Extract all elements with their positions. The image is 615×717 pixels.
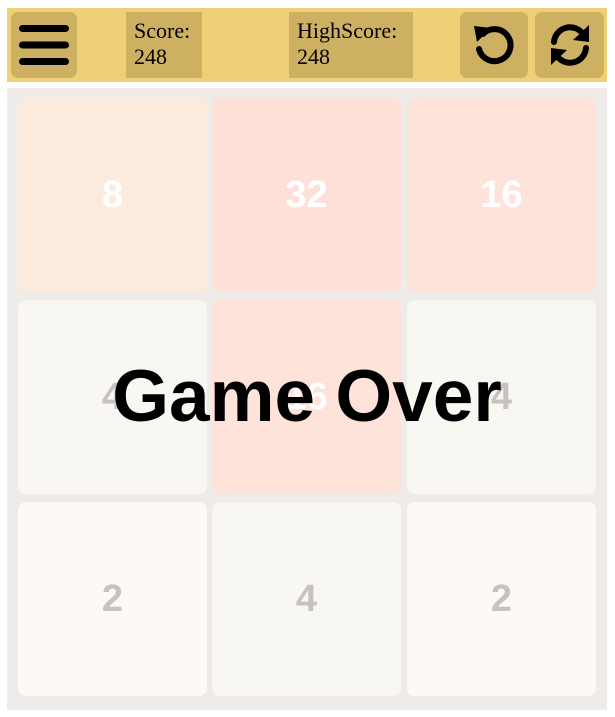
restart-icon	[550, 24, 589, 66]
score-box: Score: 248	[126, 12, 202, 78]
undo-button[interactable]	[460, 12, 528, 78]
highscore-label: HighScore:	[297, 18, 398, 43]
score-value: 248	[134, 44, 167, 69]
tile: 32	[212, 98, 401, 292]
tile: 8	[18, 98, 207, 292]
highscore-box: HighScore: 248	[289, 12, 413, 78]
tile: 4	[212, 502, 401, 696]
tile: 2	[18, 502, 207, 696]
hamburger-menu-icon	[19, 25, 69, 65]
undo-icon	[474, 26, 514, 65]
highscore-value: 248	[297, 44, 330, 69]
tile: 16	[407, 98, 596, 292]
top-bar: Score: 248 HighScore: 248	[7, 8, 607, 82]
game-over-message: Game Over	[112, 356, 502, 437]
restart-button[interactable]	[535, 12, 604, 78]
tile: 2	[407, 502, 596, 696]
menu-button[interactable]	[11, 12, 77, 78]
score-label: Score:	[134, 18, 191, 43]
